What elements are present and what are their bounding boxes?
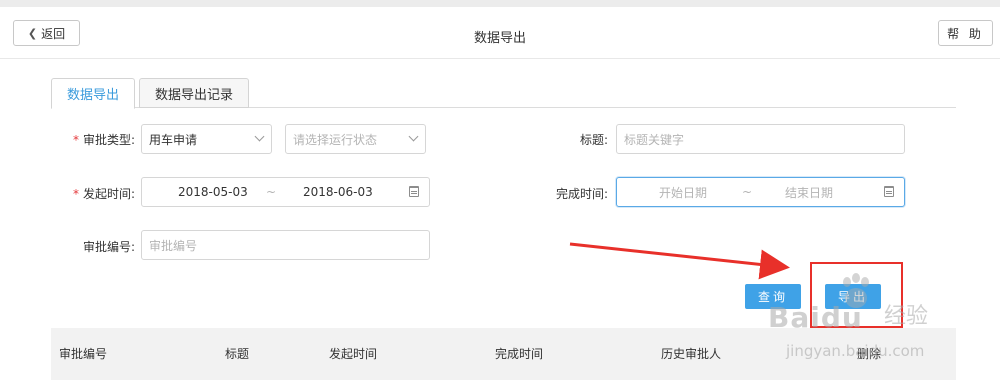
finish-date-to[interactable]: 结束日期 [785, 184, 833, 201]
required-mark: * [72, 187, 79, 201]
column-header: 标题 [225, 347, 250, 361]
header: ❮ 返回 数据导出 帮 助 [0, 7, 1000, 59]
start-time-range[interactable]: 2018-05-03 ~ 2018-06-03 [141, 177, 430, 207]
start-date-from[interactable]: 2018-05-03 [178, 185, 248, 199]
watermark-url: jingyan.baidu.com [786, 342, 925, 360]
help-button[interactable]: 帮 助 [938, 20, 993, 46]
finish-time-label: 完成时间: [555, 187, 608, 201]
page-title: 数据导出 [473, 31, 526, 46]
column-header: 审批编号 [59, 347, 108, 361]
tab-data-export[interactable]: 数据导出 [51, 78, 135, 109]
top-strip [0, 0, 1000, 7]
finish-time-range[interactable]: 开始日期 ~ 结束日期 [616, 177, 905, 207]
approval-type-select[interactable]: 用车申请 [141, 124, 272, 154]
run-status-placeholder: 请选择运行状态 [293, 132, 378, 147]
watermark-brand: Baidu [768, 301, 863, 334]
finish-date-from[interactable]: 开始日期 [659, 184, 707, 201]
calendar-icon [884, 186, 894, 197]
tab-bar: 数据导出 数据导出记录 [51, 78, 956, 109]
calendar-icon [409, 186, 419, 197]
chevron-down-icon [408, 131, 419, 142]
approval-type-value: 用车申请 [149, 132, 198, 147]
approval-no-label: 审批编号: [82, 240, 135, 254]
title-input[interactable]: 标题关键字 [616, 124, 905, 154]
range-separator: ~ [742, 185, 753, 199]
column-header: 完成时间 [495, 347, 544, 361]
watermark-cn: 经验 [884, 304, 929, 329]
title-label: 标题: [579, 133, 608, 147]
range-separator: ~ [266, 185, 277, 199]
approval-no-input[interactable]: 审批编号 [141, 230, 430, 260]
chevron-down-icon [254, 131, 265, 142]
approval-no-placeholder: 审批编号 [149, 238, 198, 253]
column-header: 发起时间 [329, 347, 378, 361]
start-date-to[interactable]: 2018-06-03 [303, 185, 373, 199]
column-header: 历史审批人 [661, 347, 722, 361]
title-placeholder: 标题关键字 [624, 132, 685, 147]
required-mark: * [72, 133, 79, 147]
tab-export-records[interactable]: 数据导出记录 [139, 78, 249, 108]
approval-type-label: * 审批类型: [72, 133, 135, 147]
start-time-label: * 发起时间: [72, 187, 135, 201]
run-status-select[interactable]: 请选择运行状态 [285, 124, 426, 154]
